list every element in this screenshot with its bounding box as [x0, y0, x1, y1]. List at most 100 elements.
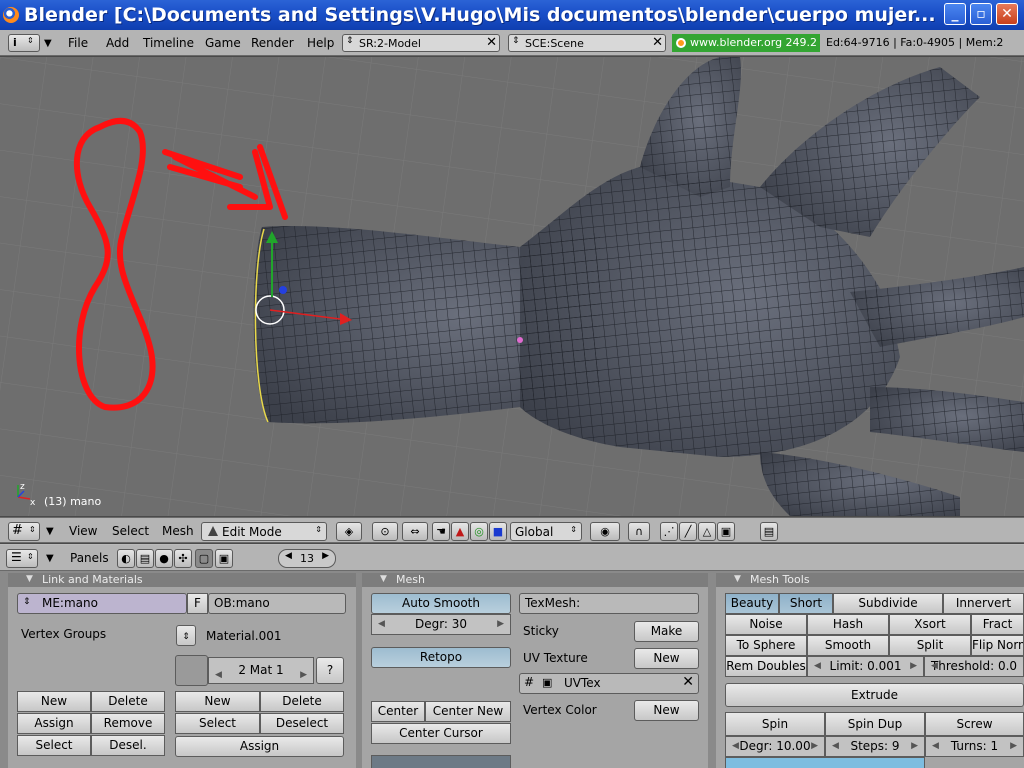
- uvtex-layer[interactable]: # ▣ UVTex ✕: [519, 673, 699, 694]
- panel-title[interactable]: Link and Materials: [8, 573, 356, 587]
- vg-remove-button[interactable]: Remove: [91, 713, 165, 734]
- menu-render[interactable]: Render: [251, 36, 294, 50]
- vertex-color-new-button[interactable]: New: [634, 700, 699, 721]
- mat-select-button[interactable]: Select: [175, 713, 260, 734]
- orientation-select[interactable]: Global ⇕: [510, 522, 582, 541]
- 3d-viewport[interactable]: z x (13) mano: [0, 57, 1024, 516]
- close-icon[interactable]: ✕: [682, 674, 694, 690]
- menu-help[interactable]: Help: [307, 36, 334, 50]
- auto-smooth-toggle[interactable]: Auto Smooth: [371, 593, 511, 614]
- vg-assign-button[interactable]: Assign: [17, 713, 91, 734]
- panel-title[interactable]: Mesh: [362, 573, 708, 587]
- manipulator-toggle[interactable]: ☚: [432, 522, 450, 541]
- menu-game[interactable]: Game: [205, 36, 241, 50]
- rem-doubles-button[interactable]: Rem Doubles: [725, 656, 807, 677]
- editor-type-button[interactable]: # ⇕: [8, 522, 40, 541]
- uv-texture-new-button[interactable]: New: [634, 648, 699, 669]
- fractal-button[interactable]: Fract: [971, 614, 1024, 635]
- scene-browse[interactable]: ⇕ SCE:Scene ✕: [508, 34, 666, 52]
- face-select-mode[interactable]: △: [698, 522, 716, 541]
- logic-context-button[interactable]: ◐: [117, 549, 135, 568]
- mat-assign-button[interactable]: Assign: [175, 736, 344, 757]
- noise-button[interactable]: Noise: [725, 614, 807, 635]
- center-new-button[interactable]: Center New: [425, 701, 511, 722]
- maximize-button[interactable]: ▫: [970, 3, 992, 25]
- innervert-button[interactable]: Innervert: [943, 593, 1024, 614]
- steps-field[interactable]: ◀ Steps: 9 ▶: [825, 736, 925, 757]
- xsort-button[interactable]: Xsort: [889, 614, 971, 635]
- menu-select[interactable]: Select: [112, 524, 149, 538]
- mode-select[interactable]: Edit Mode ⇕: [201, 522, 327, 541]
- material-index-field[interactable]: ◀ 2 Mat 1 ▶: [208, 657, 314, 684]
- close-icon[interactable]: ✕: [652, 35, 663, 50]
- mat-delete-button[interactable]: Delete: [260, 691, 344, 712]
- pivot-button[interactable]: ⊙: [372, 522, 398, 541]
- spin-degr-field[interactable]: ◀ Degr: 10.00 ▶: [725, 736, 825, 757]
- flip-normals-button[interactable]: Flip Norm: [971, 635, 1024, 656]
- mat-deselect-button[interactable]: Deselect: [260, 713, 344, 734]
- render-button[interactable]: ▤: [760, 522, 778, 541]
- sticky-make-button[interactable]: Make: [634, 621, 699, 642]
- vg-deselect-button[interactable]: Desel.: [91, 735, 165, 756]
- menu-add[interactable]: Add: [106, 36, 129, 50]
- menu-view[interactable]: View: [69, 524, 97, 538]
- vg-delete-button[interactable]: Delete: [91, 691, 165, 712]
- draw-type-button[interactable]: ◈: [336, 522, 362, 541]
- spin-dup-button[interactable]: Spin Dup: [825, 712, 925, 736]
- screen-browse[interactable]: ⇕ SR:2-Model ✕: [342, 34, 500, 52]
- object-context-button[interactable]: ✣: [174, 549, 192, 568]
- fake-user-button[interactable]: F: [187, 593, 208, 614]
- panel-title[interactable]: Mesh Tools: [716, 573, 1024, 587]
- hash-button[interactable]: Hash: [807, 614, 889, 635]
- subdivide-button[interactable]: Subdivide: [833, 593, 943, 614]
- extrude-button[interactable]: Extrude: [725, 683, 1024, 707]
- proportional-edit-button[interactable]: ◉: [590, 522, 620, 541]
- rotate-toggle[interactable]: ◎: [470, 522, 488, 541]
- translate-toggle[interactable]: ▲: [451, 522, 469, 541]
- material-help-button[interactable]: ?: [316, 657, 344, 684]
- scale-toggle[interactable]: ■: [489, 522, 507, 541]
- collapse-menu-icon[interactable]: ▼: [44, 38, 52, 49]
- snap-button[interactable]: ∩: [628, 522, 650, 541]
- beauty-toggle[interactable]: Beauty: [725, 593, 779, 614]
- menu-timeline[interactable]: Timeline: [143, 36, 194, 50]
- split-button[interactable]: Split: [889, 635, 971, 656]
- vg-select-button[interactable]: Select: [17, 735, 91, 756]
- collapse-menu-icon[interactable]: ▼: [46, 526, 54, 537]
- script-context-button[interactable]: ▤: [136, 549, 154, 568]
- limit-selection-button[interactable]: ▣: [717, 522, 735, 541]
- collapse-menu-icon[interactable]: ▼: [46, 553, 54, 564]
- center-cursor-button[interactable]: Center Cursor: [371, 723, 511, 744]
- retopo-toggle[interactable]: Retopo: [371, 647, 511, 668]
- editing-context-button[interactable]: ▢: [195, 549, 213, 568]
- spin-button[interactable]: Spin: [725, 712, 825, 736]
- vertex-select-mode[interactable]: ⋰: [660, 522, 678, 541]
- texmesh-field[interactable]: TexMesh:: [519, 593, 699, 614]
- minimize-button[interactable]: _: [944, 3, 966, 25]
- scene-context-button[interactable]: ▣: [215, 549, 233, 568]
- short-toggle[interactable]: Short: [779, 593, 833, 614]
- shading-context-button[interactable]: ●: [155, 549, 173, 568]
- edge-select-mode[interactable]: ╱: [679, 522, 697, 541]
- close-icon[interactable]: ✕: [486, 35, 497, 50]
- material-browse-button[interactable]: ⇕: [176, 625, 196, 646]
- editor-type-button[interactable]: ☰ ⇕: [6, 549, 38, 568]
- center-button[interactable]: Center: [371, 701, 425, 722]
- menu-file[interactable]: File: [68, 36, 88, 50]
- smooth-button[interactable]: Smooth: [807, 635, 889, 656]
- to-sphere-button[interactable]: To Sphere: [725, 635, 807, 656]
- threshold-field[interactable]: ◀ Threshold: 0.0: [924, 656, 1024, 677]
- turns-field[interactable]: ◀ Turns: 1 ▶: [925, 736, 1024, 757]
- close-button[interactable]: ✕: [996, 3, 1018, 25]
- limit-field[interactable]: ◀ Limit: 0.001 ▶: [807, 656, 924, 677]
- auto-smooth-degr-field[interactable]: ◀ Degr: 30 ▶: [371, 614, 511, 635]
- frame-field[interactable]: ◀ 13 ▶: [278, 549, 336, 568]
- material-color-swatch[interactable]: [175, 655, 208, 686]
- menu-mesh[interactable]: Mesh: [162, 524, 194, 538]
- screw-button[interactable]: Screw: [925, 712, 1024, 736]
- mesh-datablock-field[interactable]: ⇕ ME:mano: [17, 593, 187, 614]
- vg-new-button[interactable]: New: [17, 691, 91, 712]
- layer-button[interactable]: ⇔: [402, 522, 428, 541]
- editor-type-button[interactable]: i ⇕: [8, 34, 40, 52]
- mat-new-button[interactable]: New: [175, 691, 260, 712]
